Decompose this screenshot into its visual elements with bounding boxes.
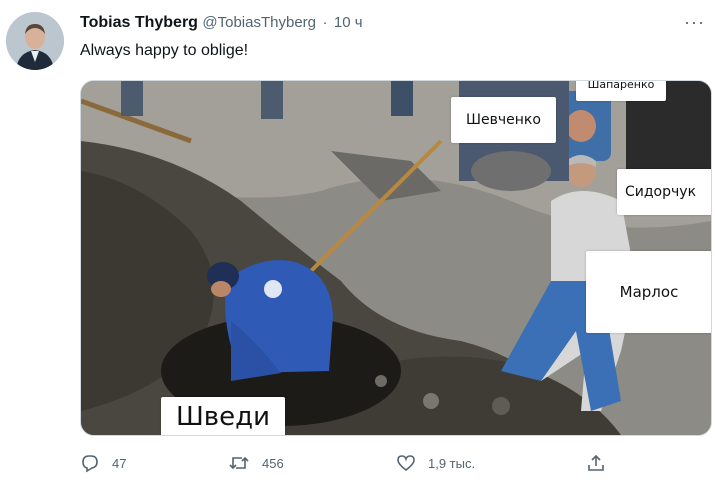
retweet-button[interactable]: 456 xyxy=(228,450,284,476)
tweet-header: Tobias Thyberg @TobiasThyberg · 10 ч xyxy=(80,14,363,36)
tweet[interactable]: Tobias Thyberg @TobiasThyberg · 10 ч ···… xyxy=(0,0,715,487)
like-button[interactable]: 1,9 тыс. xyxy=(396,450,475,476)
label-shevchenko: Шевченко xyxy=(451,97,556,143)
separator: · xyxy=(322,14,328,31)
reply-button[interactable]: 47 xyxy=(80,450,126,476)
action-bar: 47 456 1,9 тыс. xyxy=(80,450,680,476)
label-sydorchuk: Сидорчук xyxy=(617,169,711,215)
retweet-icon xyxy=(229,456,249,470)
timestamp[interactable]: 10 ч xyxy=(334,14,363,31)
share-icon xyxy=(588,454,604,471)
more-icon[interactable]: ··· xyxy=(684,12,705,33)
share-button[interactable] xyxy=(586,450,618,476)
author-handle[interactable]: @TobiasThyberg xyxy=(202,14,316,31)
heart-icon xyxy=(397,455,415,472)
avatar[interactable] xyxy=(6,12,64,70)
retweet-count: 456 xyxy=(262,455,284,471)
like-count: 1,9 тыс. xyxy=(428,455,476,471)
reply-count: 47 xyxy=(112,455,127,471)
reply-icon xyxy=(82,455,98,473)
author-name[interactable]: Tobias Thyberg xyxy=(80,14,198,31)
tweet-image[interactable]: Шапаренко Шевченко Сидорчук Марлос Шведи xyxy=(80,80,712,436)
label-marlos: Марлос xyxy=(586,251,711,333)
label-swedes: Шведи xyxy=(161,397,285,435)
label-shaparenko: Шапаренко xyxy=(576,81,666,101)
tweet-text: Always happy to oblige! xyxy=(80,42,249,59)
